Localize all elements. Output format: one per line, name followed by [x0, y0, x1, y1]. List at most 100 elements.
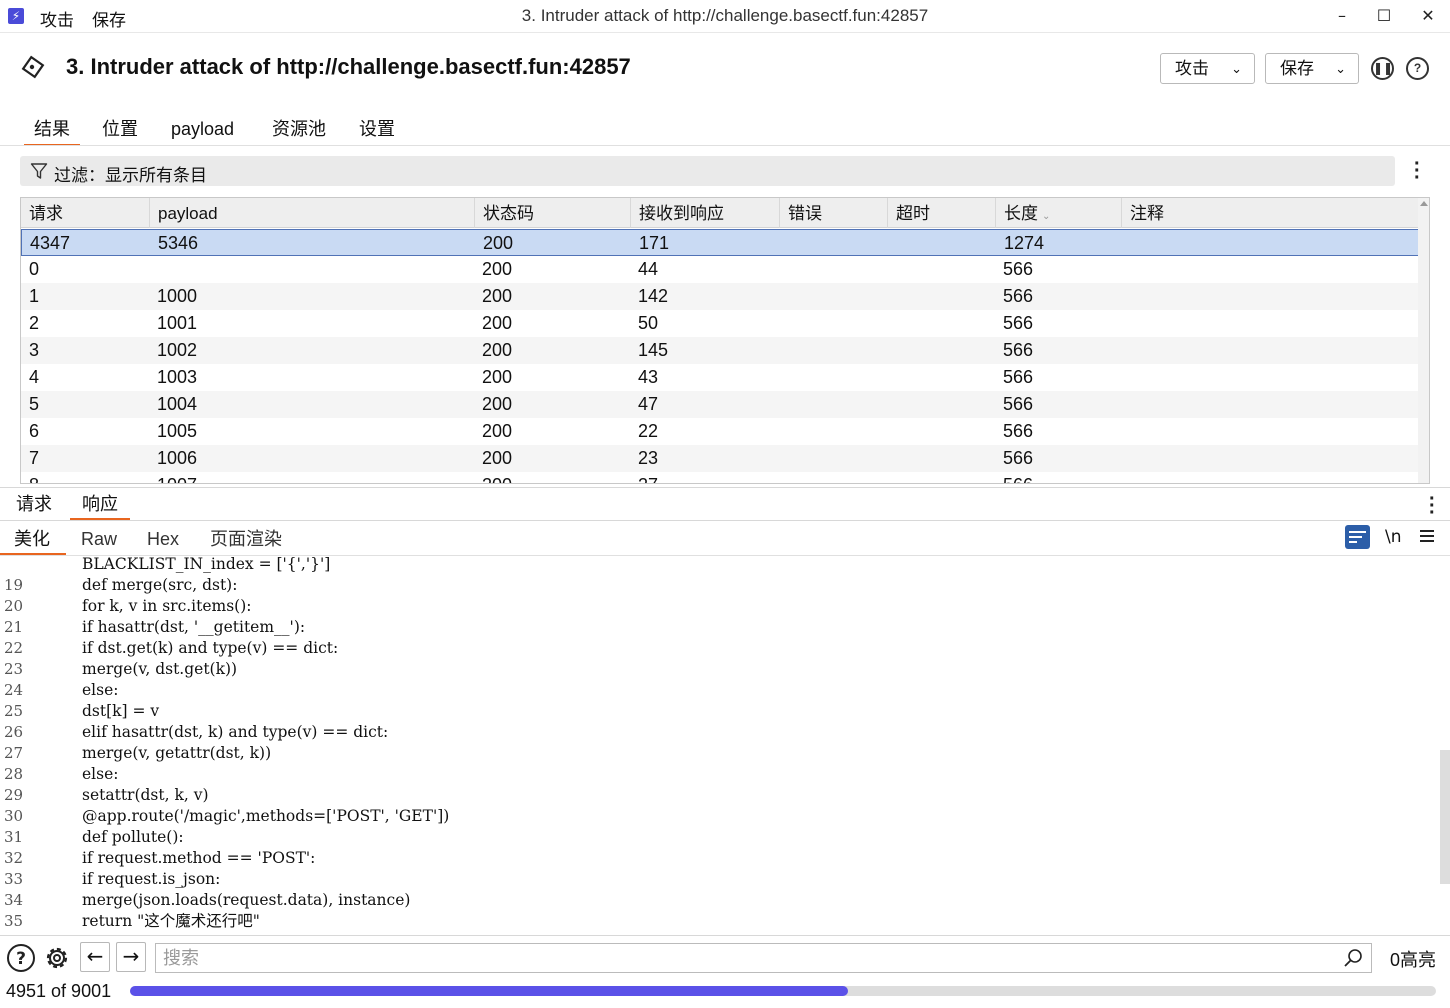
table-row[interactable]: 5 1004 200 47 566	[21, 391, 1419, 418]
tab-settings[interactable]: 设置	[359, 112, 395, 146]
code-line: 29 setattr(dst, k, v)	[0, 785, 1440, 806]
cell-length: 566	[1003, 394, 1034, 414]
help-icon[interactable]: ?	[1406, 57, 1429, 80]
pane-divider[interactable]	[0, 487, 1450, 488]
menu-save[interactable]: 保存	[92, 6, 126, 31]
line-text: return "这个魔术还行吧"	[82, 912, 260, 930]
word-wrap-icon[interactable]	[1345, 525, 1370, 549]
gear-icon[interactable]	[42, 943, 72, 973]
cell-comment	[1121, 472, 1129, 483]
minimize-icon[interactable]: –	[1324, 4, 1360, 28]
cell-payload: 1007	[149, 472, 197, 483]
line-number: 25	[4, 702, 24, 720]
column-header-length[interactable]: 长度 ⌄	[995, 198, 1121, 228]
tab-results[interactable]: 结果	[24, 112, 80, 146]
editor-menu-icon[interactable]	[1420, 530, 1434, 545]
line-text: if request.is_json:	[82, 870, 221, 888]
cell-response-received: 44	[638, 259, 659, 279]
help-icon[interactable]: ?	[6, 943, 36, 973]
line-text: def merge(src, dst):	[82, 576, 238, 594]
attack-dropdown-button[interactable]: 攻击 ⌄	[1160, 53, 1255, 84]
code-line: 21 if hasattr(dst, '__getitem__'):	[0, 617, 1440, 638]
search-input[interactable]	[156, 944, 1326, 972]
chevron-down-icon: ⌄	[1335, 61, 1346, 76]
cell-timeout	[887, 337, 895, 364]
table-row[interactable]: 8 1007 200 27 566	[21, 472, 1419, 483]
tab-hex[interactable]: Hex	[147, 525, 179, 555]
tab-raw[interactable]: Raw	[81, 525, 117, 555]
column-header-length-label: 长度	[1004, 204, 1038, 223]
line-text: elif hasattr(dst, k) and type(v) == dict…	[82, 723, 389, 741]
cell-timeout	[887, 283, 895, 310]
table-row[interactable]: 0 200 44 566	[21, 256, 1419, 283]
cell-response-received: 50	[638, 313, 659, 333]
menu-attack[interactable]: 攻击	[40, 6, 74, 31]
table-row[interactable]: 3 1002 200 145 566	[21, 337, 1419, 364]
cell-status: 200	[482, 259, 513, 279]
line-text: else:	[82, 765, 119, 783]
tab-payload[interactable]: payload	[171, 112, 234, 146]
column-header-response-received[interactable]: 接收到响应	[630, 198, 779, 228]
response-more-icon[interactable]: · · ·	[1429, 489, 1436, 523]
search-icon[interactable]	[1343, 948, 1363, 968]
cell-response-received: 27	[630, 472, 658, 483]
response-editor[interactable]: BLACKLIST_IN_index = ['{','}'] 19 def merg…	[0, 556, 1440, 934]
cell-status: 200	[482, 286, 513, 306]
close-icon[interactable]: ✕	[1410, 4, 1446, 28]
cell-comment	[1121, 364, 1129, 391]
save-dropdown-button[interactable]: 保存 ⌄	[1265, 53, 1359, 84]
column-header-status[interactable]: 状态码	[474, 198, 630, 228]
column-header-payload[interactable]: payload	[149, 198, 474, 228]
results-table: 请求 payload 状态码 接收到响应 错误 超时 长度 ⌄ 注释 4347 53…	[20, 197, 1430, 484]
cell-comment	[1121, 283, 1129, 310]
tab-pretty[interactable]: 美化	[0, 525, 66, 555]
tab-resource-pool[interactable]: 资源池	[272, 112, 326, 146]
maximize-icon[interactable]: ☐	[1366, 4, 1402, 28]
line-number: 24	[4, 681, 24, 699]
line-number: 28	[4, 765, 24, 783]
tab-render[interactable]: 页面渲染	[210, 525, 282, 555]
cell-timeout	[888, 230, 896, 257]
cell-response-received: 47	[638, 394, 659, 414]
table-row[interactable]: 4 1003 200 43 566	[21, 364, 1419, 391]
column-header-comment[interactable]: 注释	[1121, 198, 1419, 228]
tab-response[interactable]: 响应	[70, 490, 130, 520]
tab-positions[interactable]: 位置	[102, 112, 138, 146]
cell-comment	[1121, 418, 1129, 445]
cell-error	[779, 391, 787, 418]
filter-more-icon[interactable]: · · ·	[1414, 154, 1421, 188]
pause-icon[interactable]: ❚❚	[1371, 57, 1394, 80]
cell-request: 1	[29, 286, 40, 306]
cell-status: 200	[482, 313, 513, 333]
scroll-up-icon[interactable]	[1420, 201, 1428, 206]
cell-comment	[1121, 391, 1129, 418]
search-field[interactable]	[155, 943, 1372, 973]
cell-length: 566	[1003, 367, 1034, 387]
editor-scrollbar[interactable]	[1440, 750, 1450, 884]
previous-match-button[interactable]: ←	[80, 942, 110, 972]
line-number: 21	[4, 618, 24, 636]
column-header-error[interactable]: 错误	[779, 198, 887, 228]
table-row[interactable]: 7 1006 200 23 566	[21, 445, 1419, 472]
show-newlines-button[interactable]: \n	[1385, 527, 1402, 547]
chevron-down-icon: ⌄	[1231, 61, 1242, 76]
filter-bar[interactable]: 过滤：显示所有条目	[20, 156, 1395, 186]
table-scrollbar[interactable]	[1418, 198, 1429, 483]
column-header-request[interactable]: 请求	[21, 198, 149, 228]
code-line: 30 @app.route('/magic',methods=['POST', '…	[0, 806, 1440, 827]
window-titlebar: ⚡ 攻击 保存 3. Intruder attack of http://cha…	[0, 0, 1450, 33]
code-line: 31 def pollute():	[0, 827, 1440, 848]
cell-comment	[1122, 230, 1130, 257]
line-text: merge(json.loads(request.data), instance…	[82, 891, 411, 909]
table-row[interactable]: 2 1001 200 50 566	[21, 310, 1419, 337]
cell-timeout	[887, 256, 895, 283]
tab-request[interactable]: 请求	[16, 490, 52, 520]
cell-length: 566	[1003, 259, 1034, 279]
next-match-button[interactable]: →	[116, 942, 146, 972]
code-line: 25 dst[k] = v	[0, 701, 1440, 722]
table-row[interactable]: 1 1000 200 142 566	[21, 283, 1419, 310]
table-row[interactable]: 4347 5346 200 171 1274	[21, 229, 1419, 256]
line-text: merge(v, getattr(dst, k))	[82, 744, 272, 762]
column-header-timeout[interactable]: 超时	[887, 198, 995, 228]
table-row[interactable]: 6 1005 200 22 566	[21, 418, 1419, 445]
